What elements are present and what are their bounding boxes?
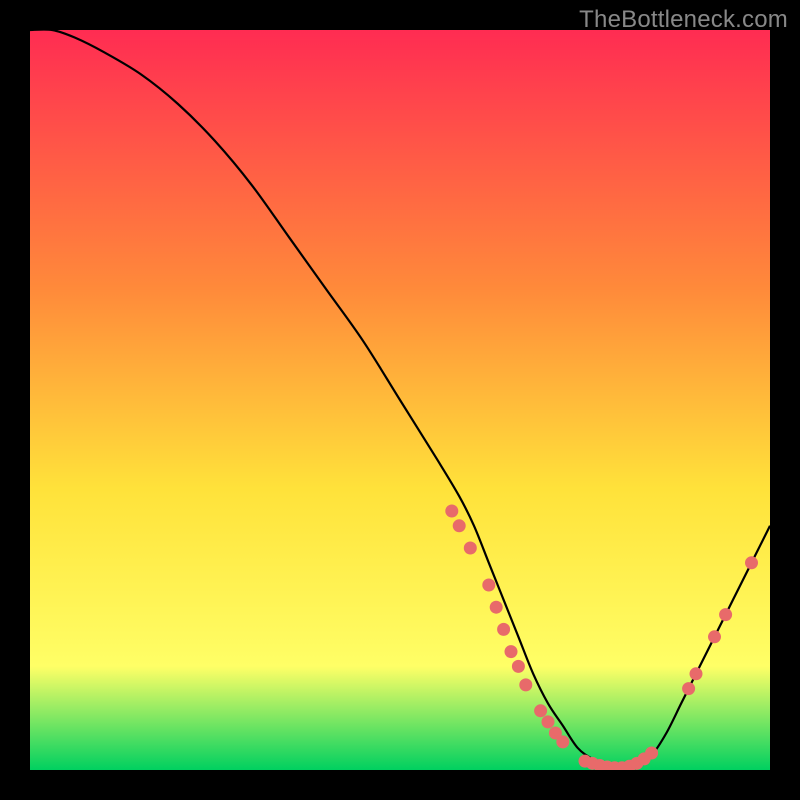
data-dot xyxy=(512,660,525,673)
data-dot xyxy=(556,735,569,748)
plot-area xyxy=(30,30,770,770)
data-dot xyxy=(519,678,532,691)
data-dot xyxy=(482,579,495,592)
chart-frame: TheBottleneck.com xyxy=(0,0,800,800)
data-dot xyxy=(464,542,477,555)
data-dot xyxy=(497,623,510,636)
data-dot xyxy=(745,556,758,569)
data-dot xyxy=(505,645,518,658)
data-dot xyxy=(453,519,466,532)
data-dot xyxy=(690,667,703,680)
data-dot xyxy=(708,630,721,643)
bottleneck-chart xyxy=(30,30,770,770)
data-dot xyxy=(682,682,695,695)
data-dot xyxy=(719,608,732,621)
data-dot xyxy=(645,746,658,759)
data-dot xyxy=(542,715,555,728)
data-dot xyxy=(490,601,503,614)
data-dot xyxy=(445,505,458,518)
data-dot xyxy=(534,704,547,717)
